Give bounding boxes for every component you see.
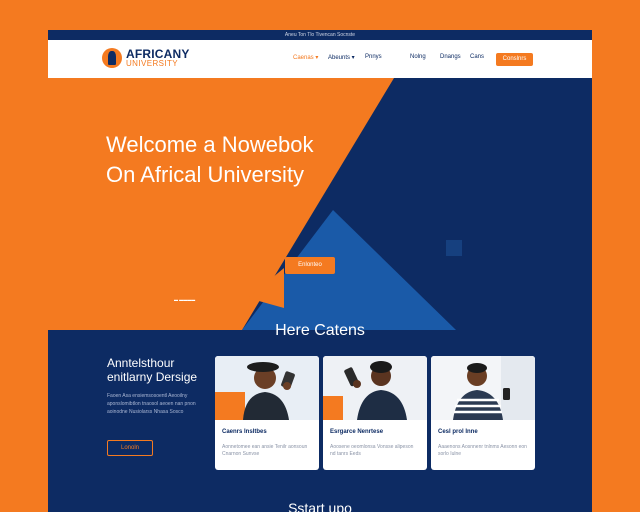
hero-title: Welcome a Nowebok On Africal University [106, 130, 313, 190]
about-description: Faoen Asa ensiemsosoentl Aeooilny aponsl… [107, 393, 196, 415]
hero-cta-button[interactable]: Enlonteo [285, 257, 335, 274]
nav-item-5[interactable]: Dnangs [440, 54, 461, 60]
card-title-2: Esrgarce Nenrtese [330, 429, 384, 435]
brand-name-line2: UNIVERSITY [126, 59, 179, 68]
card-text-3: Aaaenons Aosnnenr tnlnms Aesonn eon sorl… [438, 444, 527, 457]
hero-slider-indicator[interactable]: ▬ ▬▬▬▬ [174, 297, 195, 302]
about-heading: Anntelsthour enitlarny Dersige [107, 356, 197, 384]
logo-icon [102, 48, 122, 68]
card-photo-2 [323, 356, 427, 420]
topbar-text: Aneu Ton Tlo Tivencan Socnste [284, 32, 356, 38]
nav-item-2[interactable]: Abeunts ▾ [328, 54, 355, 61]
hero-background-shapes [48, 78, 592, 330]
card-photo-3 [431, 356, 535, 420]
hero-title-line2: On Africal University [106, 162, 305, 187]
card-title-1: Caenrs Insltbes [222, 429, 267, 435]
card-photo-1 [215, 356, 319, 420]
feature-card-2[interactable]: Esrgarce Nenrtese Aoosene oeomlonsa Vons… [323, 356, 427, 470]
top-announcement-bar: Aneu Ton Tlo Tivencan Socnste [48, 30, 592, 40]
brand-logo[interactable]: AFRICANY UNIVERSITY [102, 48, 190, 68]
hero-title-line1: Welcome a Nowebok [106, 132, 314, 157]
nav-item-4[interactable]: Nolng [410, 54, 426, 60]
nav-cta-button[interactable]: Conslnrs [496, 53, 533, 66]
nav-item-6[interactable]: Cans [470, 54, 484, 60]
card-title-3: Cesl prol Inne [438, 429, 478, 435]
nav-item-3[interactable]: Pnnys [365, 54, 382, 60]
navbar: AFRICANY UNIVERSITY Caenas ▾ Abeunts ▾ P… [48, 40, 592, 78]
feature-card-1[interactable]: Caenrs Insltbes Aonnetomee ean ansie Ten… [215, 356, 319, 470]
about-heading-line2: enitlarny Dersige [107, 370, 198, 384]
hero-section: Welcome a Nowebok On Africal University … [48, 78, 592, 330]
section-title: Here Catens [275, 322, 365, 339]
card-text-2: Aoosene oeomlonsa Vonsse alipeson nd tan… [330, 444, 414, 457]
card-text-1: Aonnetomee ean ansie Tenilr aonsoun Cnar… [222, 444, 308, 457]
about-learn-more-button[interactable]: Lonoln [107, 440, 153, 456]
about-heading-line1: Anntelsthour [107, 356, 175, 370]
next-section-title: Sstart upo [288, 500, 352, 512]
nav-item-1[interactable]: Caenas ▾ [293, 54, 318, 61]
website-frame: Aneu Ton Tlo Tivencan Socnste AFRICANY U… [48, 30, 592, 512]
feature-card-3[interactable]: Cesl prol Inne Aaaenons Aosnnenr tnlnms … [431, 356, 535, 470]
